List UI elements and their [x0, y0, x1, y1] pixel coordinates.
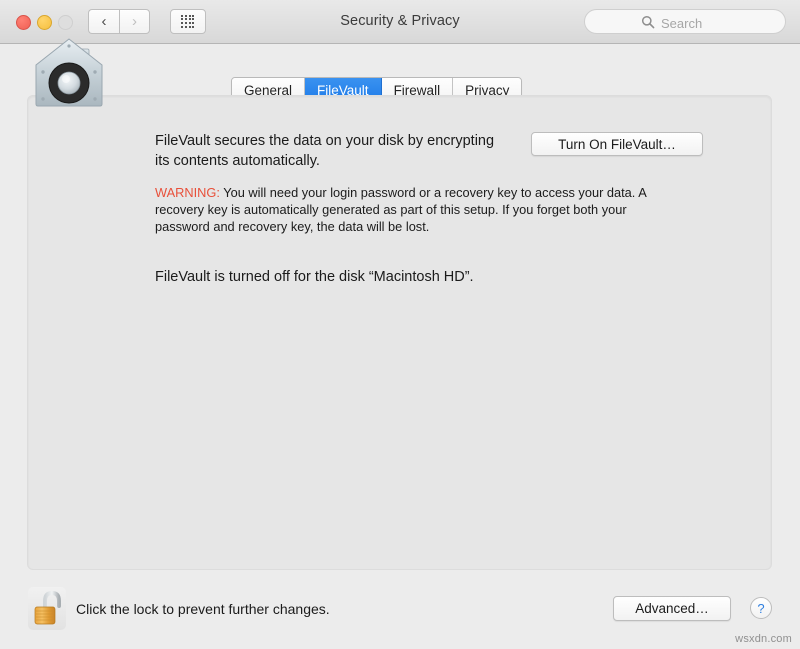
warning-label: WARNING:: [155, 185, 220, 200]
turn-on-filevault-button[interactable]: Turn On FileVault…: [531, 132, 703, 156]
filevault-headline: FileVault secures the data on your disk …: [155, 133, 495, 169]
help-button[interactable]: ?: [750, 597, 772, 619]
security-privacy-window: ‹ › Security & Privacy General FileVault: [0, 0, 800, 649]
filevault-status-text: FileVault is turned off for the disk “Ma…: [155, 269, 474, 285]
watermark: wsxdn.com: [735, 633, 792, 645]
unlocked-padlock-icon[interactable]: [28, 586, 66, 631]
window-titlebar: ‹ › Security & Privacy: [0, 0, 800, 44]
search-input[interactable]: [659, 14, 773, 33]
filevault-safe-icon: [35, 38, 103, 107]
filevault-warning: WARNING: You will need your login passwo…: [155, 184, 655, 235]
warning-body: You will need your login password or a r…: [155, 185, 647, 234]
search-icon: [641, 15, 655, 29]
lock-instruction-text: Click the lock to prevent further change…: [76, 601, 330, 617]
search-field[interactable]: [584, 9, 786, 34]
advanced-button[interactable]: Advanced…: [613, 596, 731, 621]
